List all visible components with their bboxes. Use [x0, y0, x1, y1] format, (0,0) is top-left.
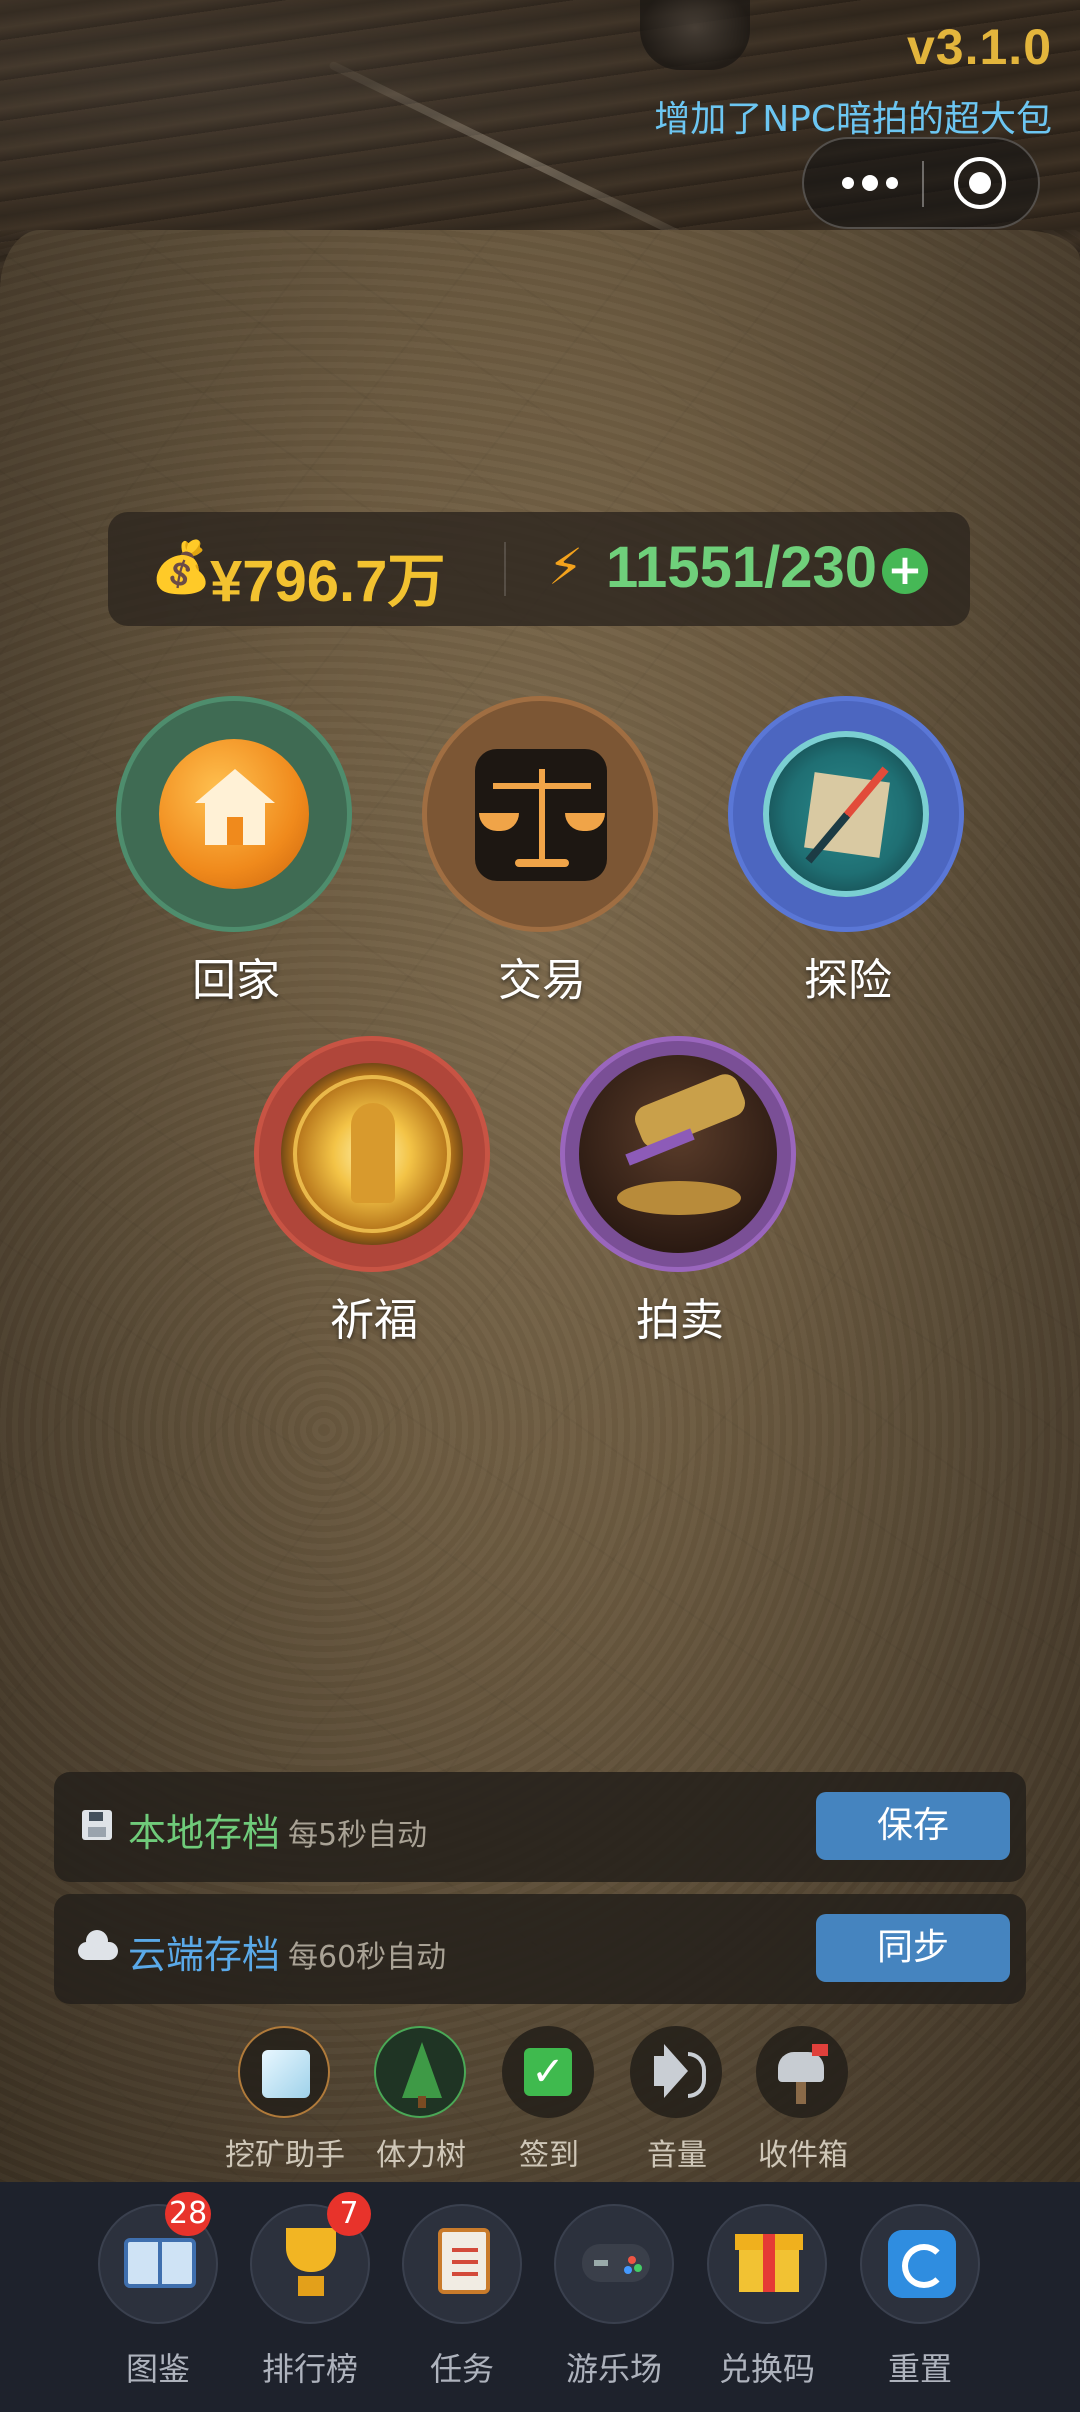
compass-icon[interactable]: [728, 696, 964, 932]
capsule-divider: [922, 161, 924, 207]
resource-bar: 💰 ¥796.7万 ⚡ 11551/230 +: [108, 512, 970, 626]
menu-home[interactable]: 回家: [116, 696, 356, 1016]
cloud-save-hint: 每60秒自动: [288, 1940, 447, 1975]
speaker-icon: [654, 2044, 688, 2098]
nav-reset[interactable]: 重置: [845, 2204, 995, 2394]
menu-explore[interactable]: 探险: [728, 696, 968, 1016]
nav-redeem-label: 兑换码: [718, 2350, 815, 2388]
reload-icon: [888, 2230, 956, 2298]
bottom-nav-bar: 28 图鉴 7 排行榜 任务 游乐场 兑换码 重置: [0, 2182, 1080, 2412]
money-bag-icon: 💰: [150, 538, 213, 596]
version-label: v3.1.0: [906, 19, 1052, 75]
add-energy-button[interactable]: +: [882, 548, 928, 594]
nav-tasks[interactable]: 任务: [387, 2204, 537, 2394]
nav-redeem[interactable]: 兑换码: [692, 2204, 842, 2394]
nav-catalog-label: 图鉴: [125, 2350, 190, 2388]
local-save-hint: 每5秒自动: [288, 1818, 428, 1853]
lightning-icon: ⚡: [548, 538, 584, 596]
checkmark-icon: ✓: [524, 2048, 572, 2096]
tool-inbox-label: 收件箱: [758, 2138, 848, 2173]
menu-auction[interactable]: 拍卖: [560, 1036, 800, 1356]
tool-volume[interactable]: 音量: [612, 2026, 742, 2173]
nav-leaderboard-label: 排行榜: [261, 2350, 358, 2388]
book-icon: [124, 2238, 196, 2288]
menu-auction-label: 拍卖: [636, 1295, 724, 1346]
cloud-icon: [78, 1930, 118, 1960]
cloud-save-title: 云端存档: [128, 1933, 281, 1977]
tool-checkin[interactable]: ✓ 签到: [484, 2026, 614, 2173]
leaderboard-badge: 7: [327, 2192, 371, 2236]
energy-value: 11551/230: [606, 535, 877, 600]
mini-program-capsule: [802, 137, 1040, 229]
menu-trade[interactable]: 交易: [422, 696, 662, 1016]
floppy-icon: [82, 1810, 112, 1840]
scale-icon[interactable]: [422, 696, 658, 932]
tool-stamina-tree[interactable]: 体力树: [356, 2026, 486, 2173]
save-button[interactable]: 保存: [816, 1792, 1010, 1860]
pray-icon[interactable]: [254, 1036, 490, 1272]
gamepad-icon: [582, 2244, 650, 2282]
nav-leaderboard[interactable]: 7 排行榜: [235, 2192, 385, 2394]
tree-icon: [402, 2042, 442, 2098]
tool-mining-helper-label: 挖矿助手: [225, 2138, 345, 2173]
local-save-panel: 本地存档 每5秒自动 保存: [54, 1772, 1026, 1882]
plus-icon: +: [887, 545, 923, 594]
tool-inbox[interactable]: 收件箱: [738, 2026, 868, 2173]
clipboard-icon: [438, 2228, 490, 2294]
stats-divider: [504, 542, 506, 596]
announcement-text: 增加了NPC暗拍的超大包: [654, 99, 1052, 140]
money-value: ¥796.7万: [210, 549, 446, 614]
cloud-save-panel: 云端存档 每60秒自动 同步: [54, 1894, 1026, 2004]
inkpot-decoration: [640, 0, 750, 70]
tool-mining-helper[interactable]: 挖矿助手: [220, 2026, 350, 2173]
nav-playground[interactable]: 游乐场: [539, 2204, 689, 2394]
nav-reset-label: 重置: [887, 2350, 952, 2388]
local-save-title: 本地存档: [128, 1811, 281, 1855]
menu-home-label: 回家: [192, 955, 280, 1006]
nav-playground-label: 游乐场: [565, 2350, 662, 2388]
menu-trade-label: 交易: [498, 955, 586, 1006]
ice-cube-icon: [262, 2050, 310, 2098]
menu-pray-label: 祈福: [330, 1295, 418, 1346]
sync-button[interactable]: 同步: [816, 1914, 1010, 1982]
catalog-badge: 28: [165, 2192, 212, 2236]
home-icon[interactable]: [116, 696, 352, 932]
more-dots-icon[interactable]: [834, 139, 934, 227]
target-icon[interactable]: [954, 157, 1006, 209]
mailbox-icon: [778, 2052, 824, 2082]
nav-tasks-label: 任务: [429, 2350, 494, 2388]
gavel-icon[interactable]: [560, 1036, 796, 1272]
menu-pray[interactable]: 祈福: [254, 1036, 494, 1356]
trophy-icon: [286, 2228, 336, 2272]
menu-explore-label: 探险: [804, 955, 892, 1006]
nav-catalog[interactable]: 28 图鉴: [83, 2192, 233, 2394]
